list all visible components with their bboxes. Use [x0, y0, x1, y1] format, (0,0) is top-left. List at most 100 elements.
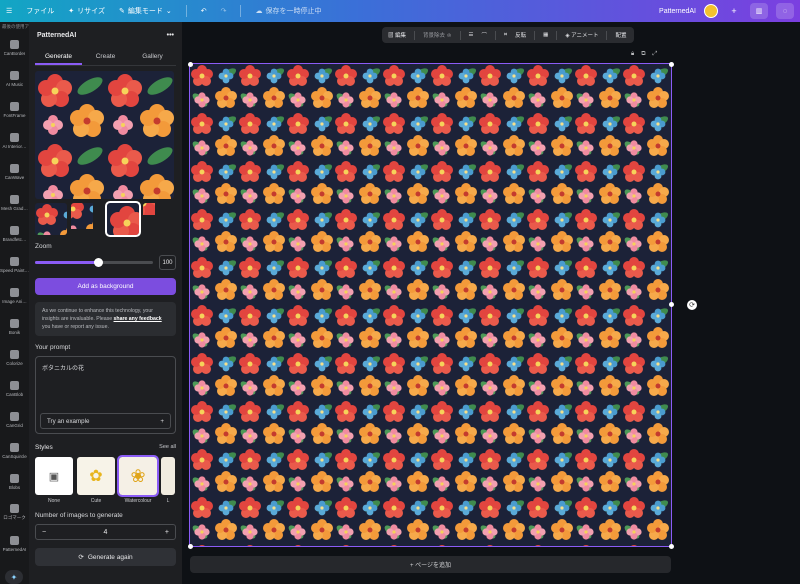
zoom-value[interactable]: 100 [159, 255, 176, 270]
file-menu[interactable]: ファイル [26, 6, 54, 16]
num-images-stepper: − 4 + [35, 524, 176, 540]
rail-app-item[interactable]: PatternedAI [0, 528, 29, 559]
rail-app-label: AI Interior… [2, 143, 27, 149]
rail-app-item[interactable]: Mesh Grad… [0, 187, 29, 218]
menu-button[interactable]: ☰ [6, 7, 12, 15]
resize-handle[interactable] [669, 62, 674, 67]
rail-app-label: CanBlob [5, 391, 24, 397]
redo-button[interactable]: ↷ [221, 7, 227, 15]
rail-app-item[interactable]: Blobs [0, 466, 29, 497]
resize-menu[interactable]: ✦ リサイズ [68, 6, 105, 16]
comment-icon: ◌ [782, 7, 788, 15]
resize-handle[interactable] [669, 302, 674, 307]
generate-again-button[interactable]: ⟳ Generate again [35, 548, 176, 566]
stats-button[interactable]: ▥ [750, 3, 768, 19]
rail-app-item[interactable]: CanGrid [0, 404, 29, 435]
rail-app-item[interactable]: Bonik [0, 311, 29, 342]
remove-bg-button[interactable]: 背景除去 ♔ [423, 31, 451, 39]
prompt-input[interactable]: ボタニカルの花 Try an example + [35, 356, 176, 434]
styles-row: ▣ None ✿ Cute ❀ Watercolour L [35, 455, 176, 504]
feedback-link[interactable]: share any feedback [114, 316, 162, 322]
rail-app-item[interactable]: FontFrame [0, 94, 29, 125]
rail-app-item[interactable]: CanWave [0, 156, 29, 187]
zoom-slider[interactable] [35, 258, 153, 267]
zoom-handle[interactable] [93, 258, 103, 267]
duplicate-icon[interactable]: ⧉ [641, 51, 645, 58]
add-page-button[interactable]: + ページを追加 [190, 556, 671, 573]
lock-icon[interactable]: 🔒︎ [631, 51, 634, 58]
avatar[interactable] [704, 4, 718, 18]
rail-app-label: Brandfetc… [2, 236, 27, 242]
rail-app-label: AI Music [5, 81, 24, 87]
rail-app-label: PatternedAI [2, 546, 27, 552]
rail-app-item[interactable]: CanSquircle [0, 435, 29, 466]
rail-app-item[interactable]: AI Music [0, 63, 29, 94]
bar-chart-icon: ▥ [755, 8, 763, 15]
more-options-button[interactable]: ••• [167, 32, 174, 39]
top-toolbar: ☰ ファイル ✦ リサイズ ✎ 編集モード ⌄ ↶ ↷ ☁ 保存を一時停止中 Patte… [0, 0, 800, 22]
app-icon [10, 132, 19, 142]
style-label: L [166, 498, 170, 504]
position-button[interactable]: 配置 [615, 31, 626, 39]
divider [240, 5, 242, 17]
crop-button[interactable]: ⌗ [504, 32, 507, 39]
undo-button[interactable]: ↶ [201, 7, 207, 15]
panel-tabs: Generate Create Gallery [35, 49, 176, 66]
animate-button[interactable]: ◈ アニメート [565, 31, 598, 39]
resize-handle[interactable] [188, 544, 193, 549]
edit-image-button[interactable]: ▨ 編集 [388, 31, 406, 39]
expand-icon[interactable]: ⤢ [653, 51, 658, 58]
comment-button[interactable]: ◌ [776, 3, 794, 19]
edit-mode-menu[interactable]: ✎ 編集モード ⌄ [119, 6, 172, 16]
app-icon [10, 504, 19, 513]
thumbnail-1[interactable] [35, 203, 67, 235]
style-label: Watercolour [124, 498, 152, 504]
app-icon [10, 256, 19, 266]
rail-app-item[interactable]: AI Interior… [0, 125, 29, 156]
style-label: Cute [90, 498, 102, 504]
rail-app-item[interactable]: Colorize [0, 342, 29, 373]
rail-app-label: Mesh Grad… [1, 205, 28, 211]
rotate-handle[interactable]: ⟳ [687, 300, 697, 310]
corner-rounding-button[interactable]: ⌒ [481, 31, 487, 39]
magic-assistant-button[interactable]: ✦ [5, 570, 23, 584]
thumbnail-4[interactable] [143, 203, 175, 235]
rail-app-item[interactable]: ロゴマーク [0, 497, 29, 528]
tab-gallery[interactable]: Gallery [129, 49, 176, 65]
context-toolbar: ▨ 編集 背景除去 ♔ ☰ ⌒ ⌗ 反転 ▦ ◈ アニメート 配置 [382, 27, 634, 43]
resize-handle[interactable] [188, 62, 193, 67]
rail-app-item[interactable]: Image Ani… [0, 280, 29, 311]
thumbnail-2[interactable] [71, 203, 103, 235]
app-icon [10, 473, 19, 483]
style-watercolour[interactable]: ❀ Watercolour [117, 455, 159, 504]
tab-generate[interactable]: Generate [35, 49, 82, 65]
try-example-button[interactable]: Try an example + [40, 413, 171, 429]
chevron-down-icon: ⌄ [165, 8, 172, 15]
rail-app-item[interactable]: CanBorder [0, 32, 29, 63]
rail-app-item[interactable]: Speed Paint… [0, 249, 29, 280]
see-all-link[interactable]: See all [159, 444, 176, 451]
tab-create[interactable]: Create [82, 49, 129, 65]
transparency-button[interactable]: ▦ [543, 32, 548, 38]
resize-handle[interactable] [669, 544, 674, 549]
rail-app-item[interactable]: CanBlob [0, 373, 29, 404]
border-style-button[interactable]: ☰ [469, 32, 474, 38]
add-as-background-button[interactable]: Add as background [35, 278, 176, 295]
flip-button[interactable]: 反転 [515, 31, 526, 39]
add-collaborator-button[interactable]: + [726, 3, 742, 19]
num-images-value[interactable]: 4 [104, 529, 108, 536]
rail-app-item[interactable]: Brandfetc… [0, 218, 29, 249]
style-none[interactable]: ▣ None [35, 457, 73, 504]
decrement-button[interactable]: − [42, 529, 46, 536]
increment-button[interactable]: + [165, 529, 169, 536]
rail-app-label: Speed Paint… [0, 267, 29, 273]
style-cute[interactable]: ✿ Cute [77, 457, 115, 504]
lines-icon: ☰ [468, 32, 474, 38]
style-partial[interactable]: L [161, 457, 175, 504]
preview-image[interactable] [35, 71, 174, 199]
rail-app-label: Colorize [6, 360, 23, 366]
divider [185, 5, 187, 17]
crop-icon: ⌗ [503, 31, 508, 38]
design-canvas[interactable] [189, 63, 672, 547]
thumbnail-3[interactable] [105, 201, 141, 237]
